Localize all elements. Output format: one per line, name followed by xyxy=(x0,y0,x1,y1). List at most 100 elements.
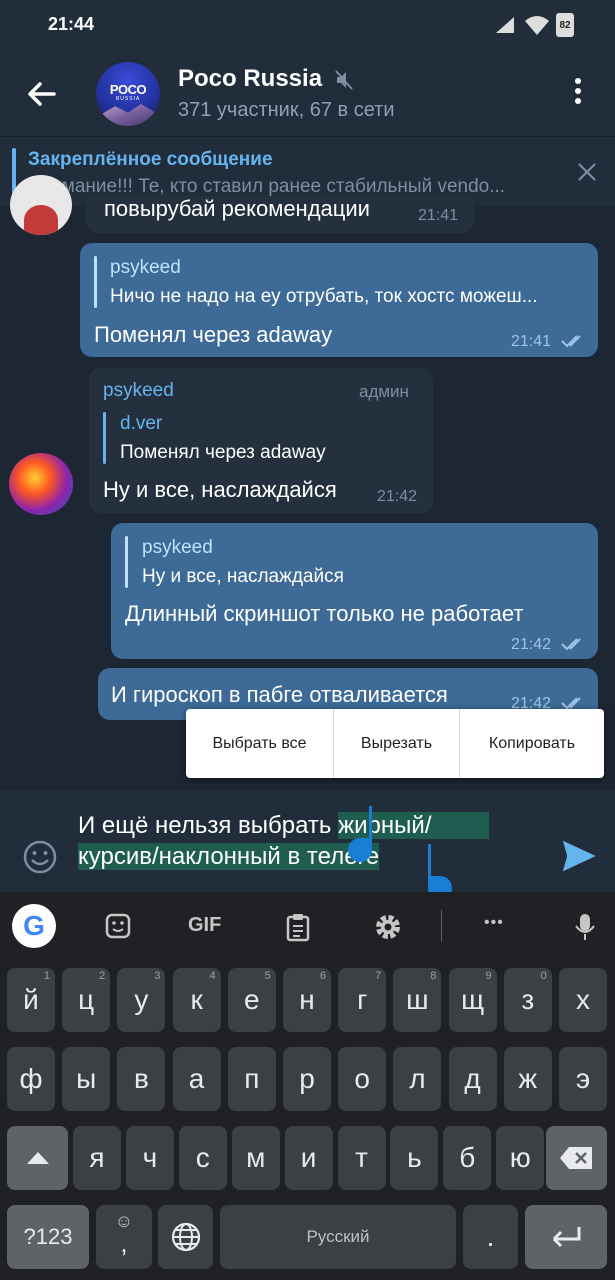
key-row2-8[interactable]: д xyxy=(448,1047,497,1111)
reply-author: psykeed xyxy=(142,537,213,558)
key-row3-7[interactable]: б xyxy=(443,1126,492,1190)
send-icon[interactable] xyxy=(562,840,596,872)
key-hint: 2 xyxy=(99,970,106,982)
shift-key[interactable] xyxy=(7,1126,68,1190)
reply-text: Ну и все, наслаждайся xyxy=(142,566,344,587)
pinned-title: Закреплённое сообщение xyxy=(28,149,273,170)
mute-icon xyxy=(335,70,353,90)
message-time: 21:41 xyxy=(511,333,552,350)
globe-icon xyxy=(171,1222,200,1252)
reply-bar xyxy=(94,256,97,308)
keyboard: G GIF ••• ?123 ☺ , Русский . й 1 ц 2 у 3… xyxy=(0,892,615,1280)
period-key[interactable]: . xyxy=(463,1205,518,1269)
message-text: Ну и все, наслаждайся xyxy=(103,477,337,502)
key-row1-1[interactable]: ц2 xyxy=(62,968,111,1032)
microphone-icon[interactable] xyxy=(574,912,596,942)
space-key[interactable]: Русский xyxy=(220,1205,456,1269)
reply-bar xyxy=(103,412,106,464)
wifi-icon xyxy=(525,16,549,35)
close-icon[interactable] xyxy=(576,161,598,183)
message-bubble[interactable]: psykeed Ну и все, наслаждайся Длинный ск… xyxy=(111,523,598,659)
key-row3-3[interactable]: м xyxy=(231,1126,280,1190)
gif-button[interactable]: GIF xyxy=(188,914,221,937)
message-input-bar: И ещё нельзя выбрать жирный/ курсив/накл… xyxy=(0,790,615,892)
key-row2-3[interactable]: а xyxy=(172,1047,221,1111)
read-check-icon xyxy=(561,335,581,348)
key-row1-10[interactable]: х xyxy=(559,968,607,1032)
more-menu-icon[interactable] xyxy=(566,78,590,110)
message-input-line-1[interactable]: И ещё нельзя выбрать жирный/ xyxy=(78,812,490,840)
key-row1-2[interactable]: у3 xyxy=(117,968,166,1032)
key-hint: 0 xyxy=(540,970,547,982)
more-icon[interactable]: ••• xyxy=(484,914,504,932)
key-row3-4[interactable]: и xyxy=(284,1126,333,1190)
key-row1-0[interactable]: й1 xyxy=(7,968,55,1032)
enter-key[interactable] xyxy=(525,1205,607,1269)
key-row2-5[interactable]: р xyxy=(283,1047,331,1111)
chat-title[interactable]: Poco Russia xyxy=(178,65,322,93)
emoji-icon[interactable] xyxy=(22,839,58,875)
backspace-key[interactable] xyxy=(546,1126,607,1190)
copy-button[interactable]: Копировать xyxy=(460,709,604,778)
key-row1-4[interactable]: е5 xyxy=(227,968,276,1032)
group-avatar[interactable]: POCO RUSSIA xyxy=(96,62,160,126)
sticker-icon[interactable] xyxy=(104,912,132,940)
message-bubble[interactable]: psykeed Ничо не надо на еу отрубать, ток… xyxy=(80,243,598,357)
key-row1-5[interactable]: н6 xyxy=(283,968,331,1032)
key-row2-6[interactable]: о xyxy=(338,1047,387,1111)
key-row1-9[interactable]: з0 xyxy=(503,968,552,1032)
key-row3-8[interactable]: ю xyxy=(496,1126,545,1190)
sender-avatar[interactable] xyxy=(10,175,72,235)
key-row3-1[interactable]: ч xyxy=(125,1126,174,1190)
message-input-line-2[interactable]: курсив/наклонный в телеге xyxy=(78,843,380,871)
reply-text: Поменял через adaway xyxy=(120,442,326,463)
text-selection-menu: Выбрать все Вырезать Копировать xyxy=(186,709,604,778)
message-text: повырубай рекомендации xyxy=(104,196,370,221)
chat-members-status: 371 участник, 67 в сети xyxy=(178,99,395,121)
message-text: И гироскоп в пабге отваливается xyxy=(111,682,448,707)
key-row3-6[interactable]: ь xyxy=(390,1126,439,1190)
key-row3-5[interactable]: т xyxy=(337,1126,386,1190)
symbols-key[interactable]: ?123 xyxy=(7,1205,89,1269)
sender-avatar[interactable] xyxy=(9,453,73,515)
key-row2-1[interactable]: ы xyxy=(62,1047,111,1111)
back-arrow-icon[interactable] xyxy=(24,76,60,112)
key-hint: 6 xyxy=(319,970,326,982)
settings-gear-icon[interactable] xyxy=(373,912,403,942)
key-row1-3[interactable]: к4 xyxy=(172,968,221,1032)
message-time: 21:41 xyxy=(418,207,459,224)
message-bubble[interactable]: повырубай рекомендации 21:41 xyxy=(86,196,474,233)
selection-start-handle[interactable] xyxy=(348,838,372,862)
select-all-button[interactable]: Выбрать все xyxy=(186,709,333,778)
key-hint: 3 xyxy=(154,970,161,982)
clipboard-icon[interactable] xyxy=(285,912,311,942)
read-check-icon xyxy=(561,697,581,710)
selection-end-cursor xyxy=(428,844,431,878)
key-row2-10[interactable]: э xyxy=(559,1047,607,1111)
key-row2-0[interactable]: ф xyxy=(7,1047,55,1111)
sender-name[interactable]: psykeed xyxy=(103,380,174,402)
key-row2-4[interactable]: п xyxy=(227,1047,276,1111)
chat-header: POCO RUSSIA Poco Russia 371 участник, 67… xyxy=(0,50,615,136)
key-row1-7[interactable]: ш8 xyxy=(393,968,442,1032)
status-time: 21:44 xyxy=(48,14,95,34)
selection-start-cursor xyxy=(369,806,372,840)
google-icon[interactable]: G xyxy=(12,904,56,948)
cut-button[interactable]: Вырезать xyxy=(334,709,459,778)
reply-author: d.ver xyxy=(120,413,163,434)
reply-bar xyxy=(125,536,128,588)
pinned-text: Внимание!!! Те, кто ставил ранее стабиль… xyxy=(28,176,506,197)
message-text: Поменял через adaway xyxy=(94,322,333,347)
key-row1-8[interactable]: щ9 xyxy=(448,968,497,1032)
message-time: 21:42 xyxy=(511,636,552,653)
key-row2-9[interactable]: ж xyxy=(503,1047,552,1111)
key-hint: 1 xyxy=(43,970,50,982)
key-row2-2[interactable]: в xyxy=(117,1047,166,1111)
language-globe-key[interactable] xyxy=(158,1205,213,1269)
emoji-comma-key[interactable]: ☺ , xyxy=(96,1205,152,1269)
key-row3-2[interactable]: с xyxy=(178,1126,227,1190)
key-row2-7[interactable]: л xyxy=(393,1047,442,1111)
message-bubble[interactable]: psykeed админ d.ver Поменял через adaway… xyxy=(89,368,433,513)
key-row3-0[interactable]: я xyxy=(73,1126,121,1190)
key-row1-6[interactable]: г7 xyxy=(338,968,387,1032)
